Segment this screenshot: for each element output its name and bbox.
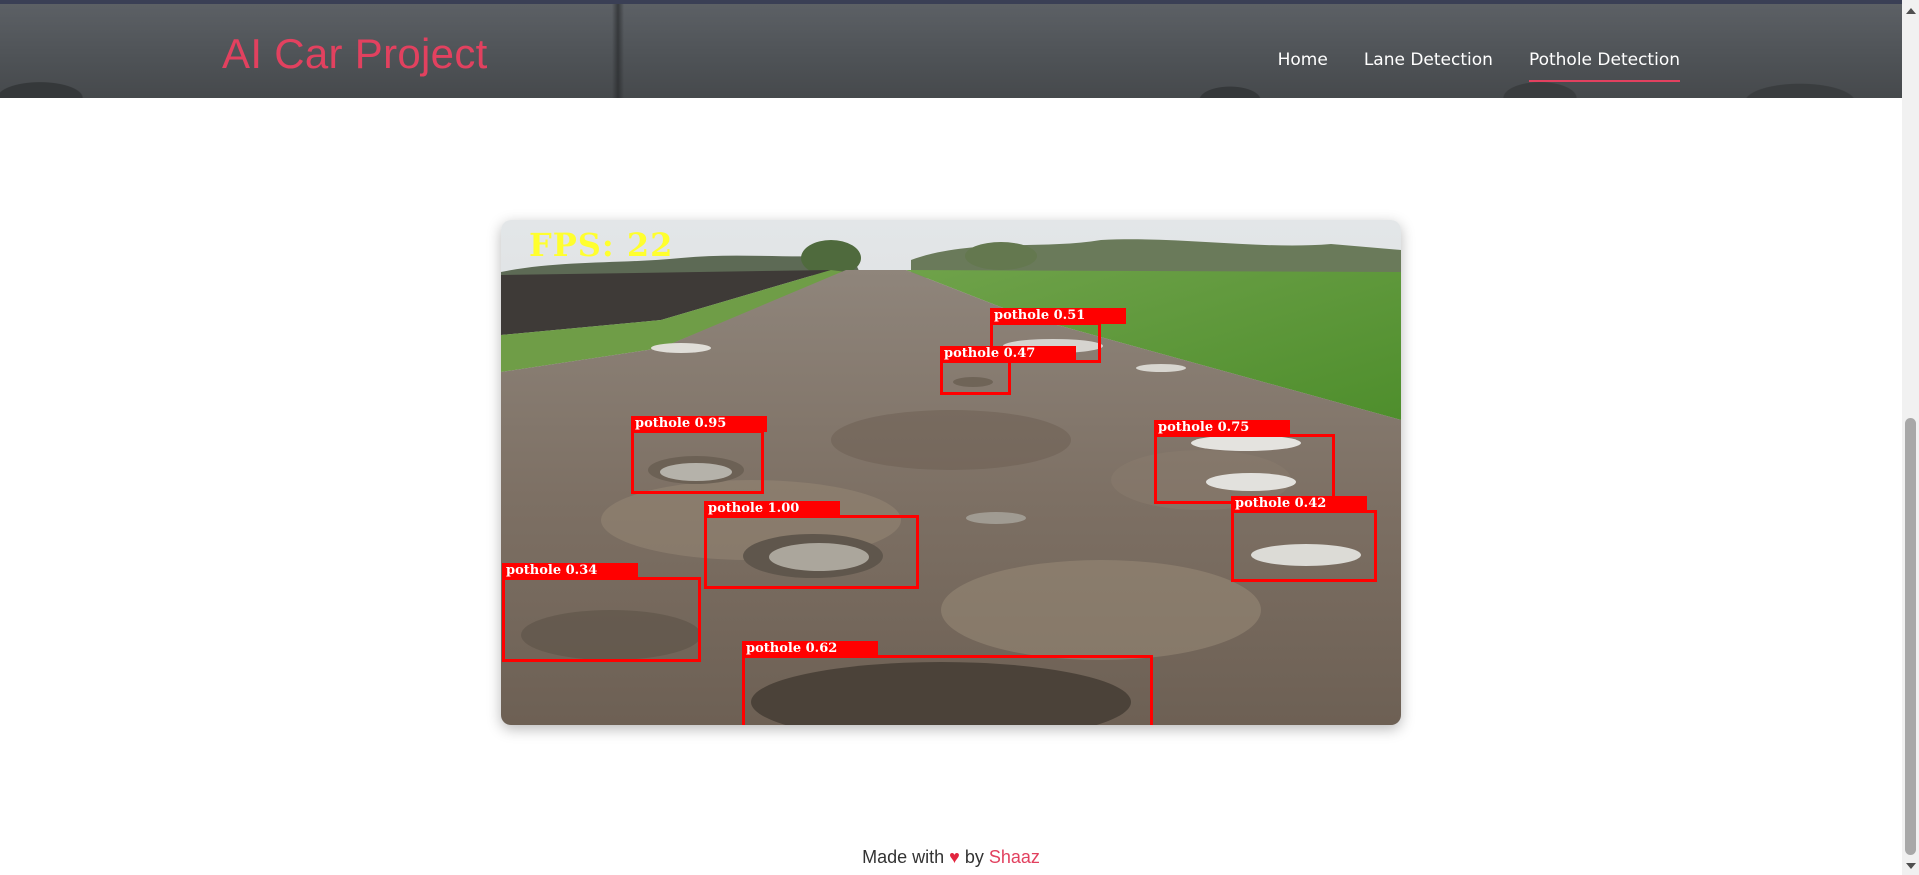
detection-label: pothole 0.42 xyxy=(1231,496,1367,512)
detection-label: pothole 0.75 xyxy=(1154,420,1290,436)
detection-label: pothole 0.95 xyxy=(631,416,767,432)
site-footer: Made with ♥ by Shaaz xyxy=(0,847,1902,868)
main-nav: Home Lane Detection Pothole Detection xyxy=(1278,50,1680,82)
detection-box: pothole 1.00 xyxy=(704,501,919,589)
detection-label: pothole 0.51 xyxy=(990,308,1126,324)
pothole-detection-stream: FPS: 22 pothole 0.51 pothole 0.47 pothol… xyxy=(501,220,1401,725)
detection-label: pothole 0.34 xyxy=(502,563,638,579)
site-header: AI Car Project Home Lane Detection Potho… xyxy=(0,0,1902,98)
footer-made-with: Made with xyxy=(862,847,945,867)
scroll-down-arrow-icon[interactable] xyxy=(1906,863,1916,869)
detection-box: pothole 0.34 xyxy=(502,563,701,662)
brand-title[interactable]: AI Car Project xyxy=(222,30,488,78)
detection-label: pothole 0.62 xyxy=(742,641,878,657)
nav-lane-detection[interactable]: Lane Detection xyxy=(1364,50,1493,82)
detection-box: pothole 0.62 xyxy=(742,641,1153,725)
detection-box: pothole 0.47 xyxy=(940,346,1076,395)
fps-counter: FPS: 22 xyxy=(529,226,674,264)
detection-box: pothole 0.42 xyxy=(1231,496,1377,582)
nav-pothole-detection[interactable]: Pothole Detection xyxy=(1528,50,1680,82)
detection-label: pothole 1.00 xyxy=(704,501,840,517)
scroll-up-arrow-icon[interactable] xyxy=(1906,8,1916,14)
detection-label: pothole 0.47 xyxy=(940,346,1076,362)
page-scrollbar[interactable] xyxy=(1902,0,1919,875)
nav-home[interactable]: Home xyxy=(1278,50,1328,82)
heart-icon: ♥ xyxy=(949,847,960,867)
detection-box: pothole 0.75 xyxy=(1154,420,1335,504)
author-link[interactable]: Shaaz xyxy=(989,847,1040,867)
scrollbar-thumb[interactable] xyxy=(1905,418,1916,855)
detection-box: pothole 0.95 xyxy=(631,416,767,494)
footer-by: by xyxy=(964,847,984,867)
